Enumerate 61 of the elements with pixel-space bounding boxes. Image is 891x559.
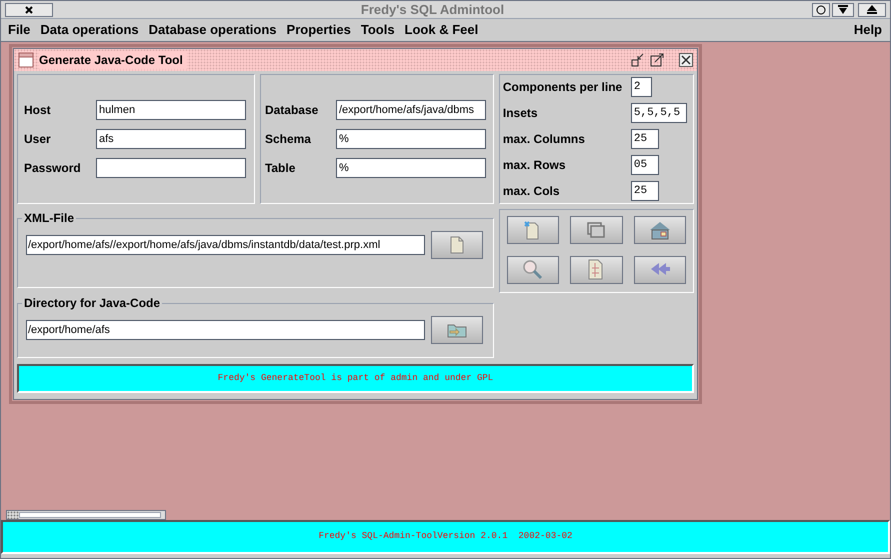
field-label: Insets xyxy=(502,105,539,122)
document-icon xyxy=(450,236,464,254)
input-field[interactable]: afs xyxy=(96,129,246,149)
field-label: Components per line xyxy=(502,79,624,96)
field-label: Database xyxy=(264,102,320,119)
input-field[interactable]: % xyxy=(336,129,486,149)
input-field[interactable]: 25 xyxy=(630,181,659,201)
menu-item[interactable]: Data operations xyxy=(35,20,144,40)
house-icon xyxy=(648,220,671,240)
input-field[interactable]: 2 xyxy=(630,77,652,97)
menu-item[interactable]: Look & Feel xyxy=(400,20,484,40)
minimize-icon xyxy=(838,5,848,14)
close-button[interactable] xyxy=(5,2,53,16)
input-field[interactable]: 25 xyxy=(630,129,659,149)
folder-icon xyxy=(447,322,467,338)
input-field[interactable]: /export/home/afs//export/home/afs/java/dbms/instantdb/data/test.prp.xml xyxy=(26,235,425,255)
input-field[interactable]: % xyxy=(336,158,486,178)
field-label: Host xyxy=(24,102,52,119)
menu-item[interactable]: File xyxy=(3,20,36,40)
browse-file-button[interactable] xyxy=(431,231,483,259)
field-label: max. Columns xyxy=(502,131,586,148)
menu-item[interactable]: Help xyxy=(848,20,888,40)
group-label: Directory for Java-Code xyxy=(23,295,162,312)
input-field[interactable] xyxy=(96,158,246,178)
close-icon[interactable] xyxy=(679,53,693,67)
field-label: Password xyxy=(24,160,82,177)
toolbar-button[interactable] xyxy=(570,256,623,284)
field-label: max. Cols xyxy=(502,183,561,200)
circle-icon xyxy=(816,4,826,14)
field-label: Table xyxy=(264,160,296,177)
field-label: User xyxy=(24,131,52,148)
field-label: Schema xyxy=(264,131,312,148)
close-icon xyxy=(25,6,33,14)
maximize-button[interactable] xyxy=(858,2,886,16)
window-icon xyxy=(18,52,34,68)
input-field[interactable]: /export/home/afs/java/dbms xyxy=(336,100,486,120)
circle-button[interactable] xyxy=(812,2,830,16)
toolbar-button[interactable] xyxy=(634,216,686,244)
toolbar-button[interactable] xyxy=(506,216,560,244)
toolbar-button[interactable] xyxy=(570,216,623,244)
window-title: Fredy's SQL Admintool xyxy=(360,0,506,19)
input-field[interactable]: /export/home/afs xyxy=(26,320,425,340)
windows-icon xyxy=(585,220,608,240)
status-bar: Fredy's SQL-Admin-ToolVersion 2.0.1 2002-03-02 xyxy=(1,520,890,554)
iconify-icon[interactable] xyxy=(631,53,645,67)
menu-item[interactable]: Properties xyxy=(282,20,356,40)
toolbar-button[interactable] xyxy=(506,256,560,284)
menu-item[interactable]: Database operations xyxy=(144,20,282,40)
menu-item[interactable]: Tools xyxy=(356,20,400,40)
field-label: max. Rows xyxy=(502,157,567,174)
input-field[interactable]: 05 xyxy=(630,155,659,175)
frame-title: Generate Java-Code Tool xyxy=(39,51,187,69)
input-field[interactable]: 5,5,5,5 xyxy=(630,103,687,123)
browse-folder-button[interactable] xyxy=(431,316,483,344)
search-icon xyxy=(522,259,544,280)
info-message: Fredy's GenerateTool is part of admin and under GPL xyxy=(17,364,694,393)
toolbar-button[interactable] xyxy=(634,256,686,284)
input-field[interactable]: hulmen xyxy=(96,100,246,120)
minimize-button[interactable] xyxy=(832,2,854,16)
minimized-frame-icon[interactable] xyxy=(6,510,166,520)
group-label: XML-File xyxy=(23,210,75,227)
